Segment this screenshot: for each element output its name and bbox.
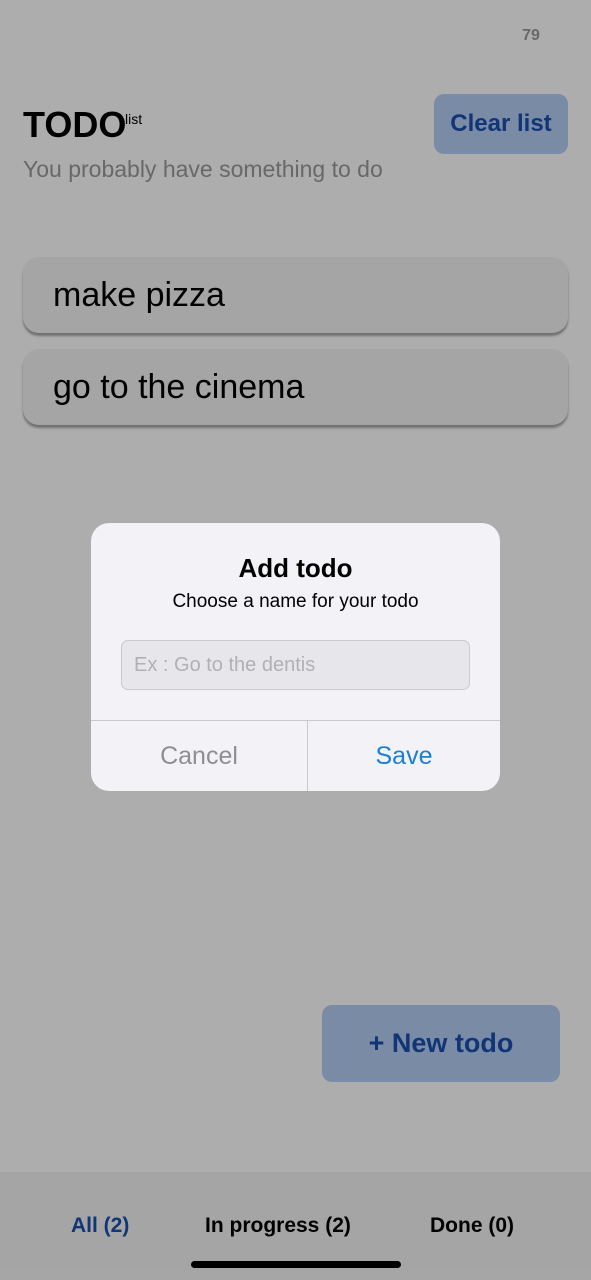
dialog-message: Choose a name for your todo — [172, 591, 419, 612]
cancel-button[interactable]: Cancel — [91, 721, 307, 791]
dialog-title: Add todo — [238, 553, 353, 583]
add-todo-dialog: Add todo Choose a name for your todo Can… — [91, 523, 500, 791]
home-indicator — [191, 1261, 401, 1268]
todo-name-input[interactable] — [121, 640, 470, 690]
save-button[interactable]: Save — [308, 721, 500, 791]
